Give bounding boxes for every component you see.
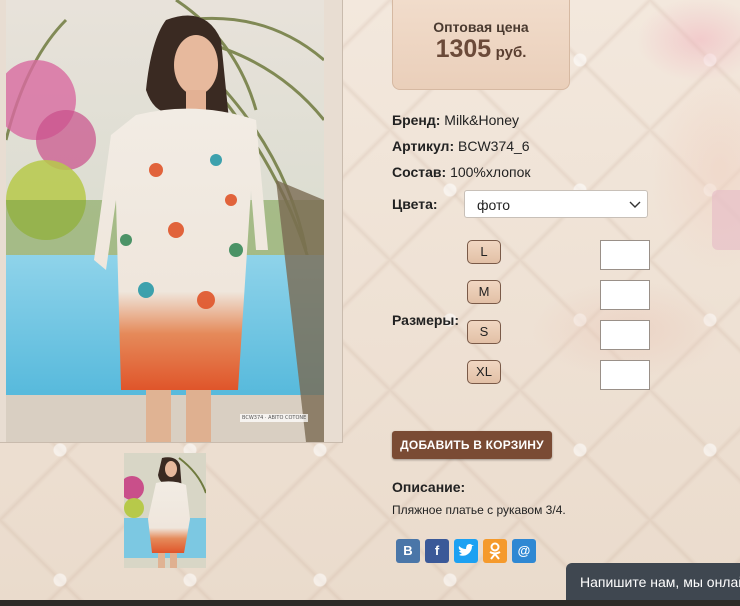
- price-value: 1305: [435, 35, 492, 63]
- background-pink-fabric: [712, 190, 740, 250]
- odnoklassniki-icon[interactable]: [483, 539, 507, 563]
- colors-label: Цвета:: [392, 196, 438, 212]
- article-value: BCW374_6: [458, 138, 530, 154]
- product-photo-illustration: [6, 0, 324, 442]
- bottom-bar: [0, 600, 740, 606]
- facebook-icon[interactable]: f: [425, 539, 449, 563]
- price-label: Оптовая цена: [433, 19, 529, 35]
- price-value-row: 1305 руб.: [393, 35, 569, 64]
- price-box: Оптовая цена 1305 руб.: [392, 0, 570, 90]
- colors-label-row: Цвета:: [392, 196, 438, 212]
- size-button-l[interactable]: L: [467, 240, 501, 264]
- thumbnail-illustration: [124, 453, 206, 568]
- color-select-value: фото: [477, 197, 511, 213]
- facebook-glyph: f: [434, 543, 440, 558]
- brand-label: Бренд:: [392, 112, 441, 128]
- brand-value: Milk&Honey: [444, 112, 519, 128]
- quantity-input-m[interactable]: [600, 280, 650, 310]
- quantity-input-l[interactable]: [600, 240, 650, 270]
- chevron-down-icon: [629, 201, 641, 208]
- price-currency: руб.: [495, 44, 527, 61]
- mail-icon[interactable]: @: [512, 539, 536, 563]
- mail-glyph: @: [517, 543, 531, 558]
- size-button-m[interactable]: M: [467, 280, 501, 304]
- size-button-s[interactable]: S: [467, 320, 501, 344]
- composition-row: Состав: 100%хлопок: [392, 164, 531, 180]
- odnoklassniki-figure-shape: [489, 542, 501, 560]
- chat-text: Напишите нам, мы онлайн!: [580, 574, 740, 590]
- color-select[interactable]: фото: [464, 190, 648, 218]
- twitter-bird-shape: [458, 544, 474, 556]
- description-title: Описание:: [392, 479, 466, 495]
- add-to-cart-button[interactable]: ДОБАВИТЬ В КОРЗИНУ: [392, 431, 552, 459]
- quantity-input-xl[interactable]: [600, 360, 650, 390]
- description-text: Пляжное платье с рукавом 3/4.: [392, 503, 566, 517]
- vk-icon[interactable]: В: [396, 539, 420, 563]
- online-chat-widget[interactable]: Напишите нам, мы онлайн!: [566, 563, 740, 602]
- size-button-xl[interactable]: XL: [467, 360, 501, 384]
- article-row: Артикул: BCW374_6: [392, 138, 530, 154]
- twitter-icon[interactable]: [454, 539, 478, 563]
- article-label: Артикул:: [392, 138, 455, 154]
- brand-row: Бренд: Milk&Honey: [392, 112, 519, 128]
- composition-label: Состав:: [392, 164, 447, 180]
- composition-value: 100%хлопок: [450, 164, 531, 180]
- quantity-input-s[interactable]: [600, 320, 650, 350]
- photo-tag-label: BCW374 · ABITO COTONE: [240, 414, 309, 422]
- vk-glyph: В: [403, 543, 413, 558]
- product-main-image[interactable]: BCW374 · ABITO COTONE: [0, 0, 343, 443]
- sizes-label: Размеры:: [392, 312, 460, 328]
- product-thumbnail[interactable]: [124, 453, 206, 568]
